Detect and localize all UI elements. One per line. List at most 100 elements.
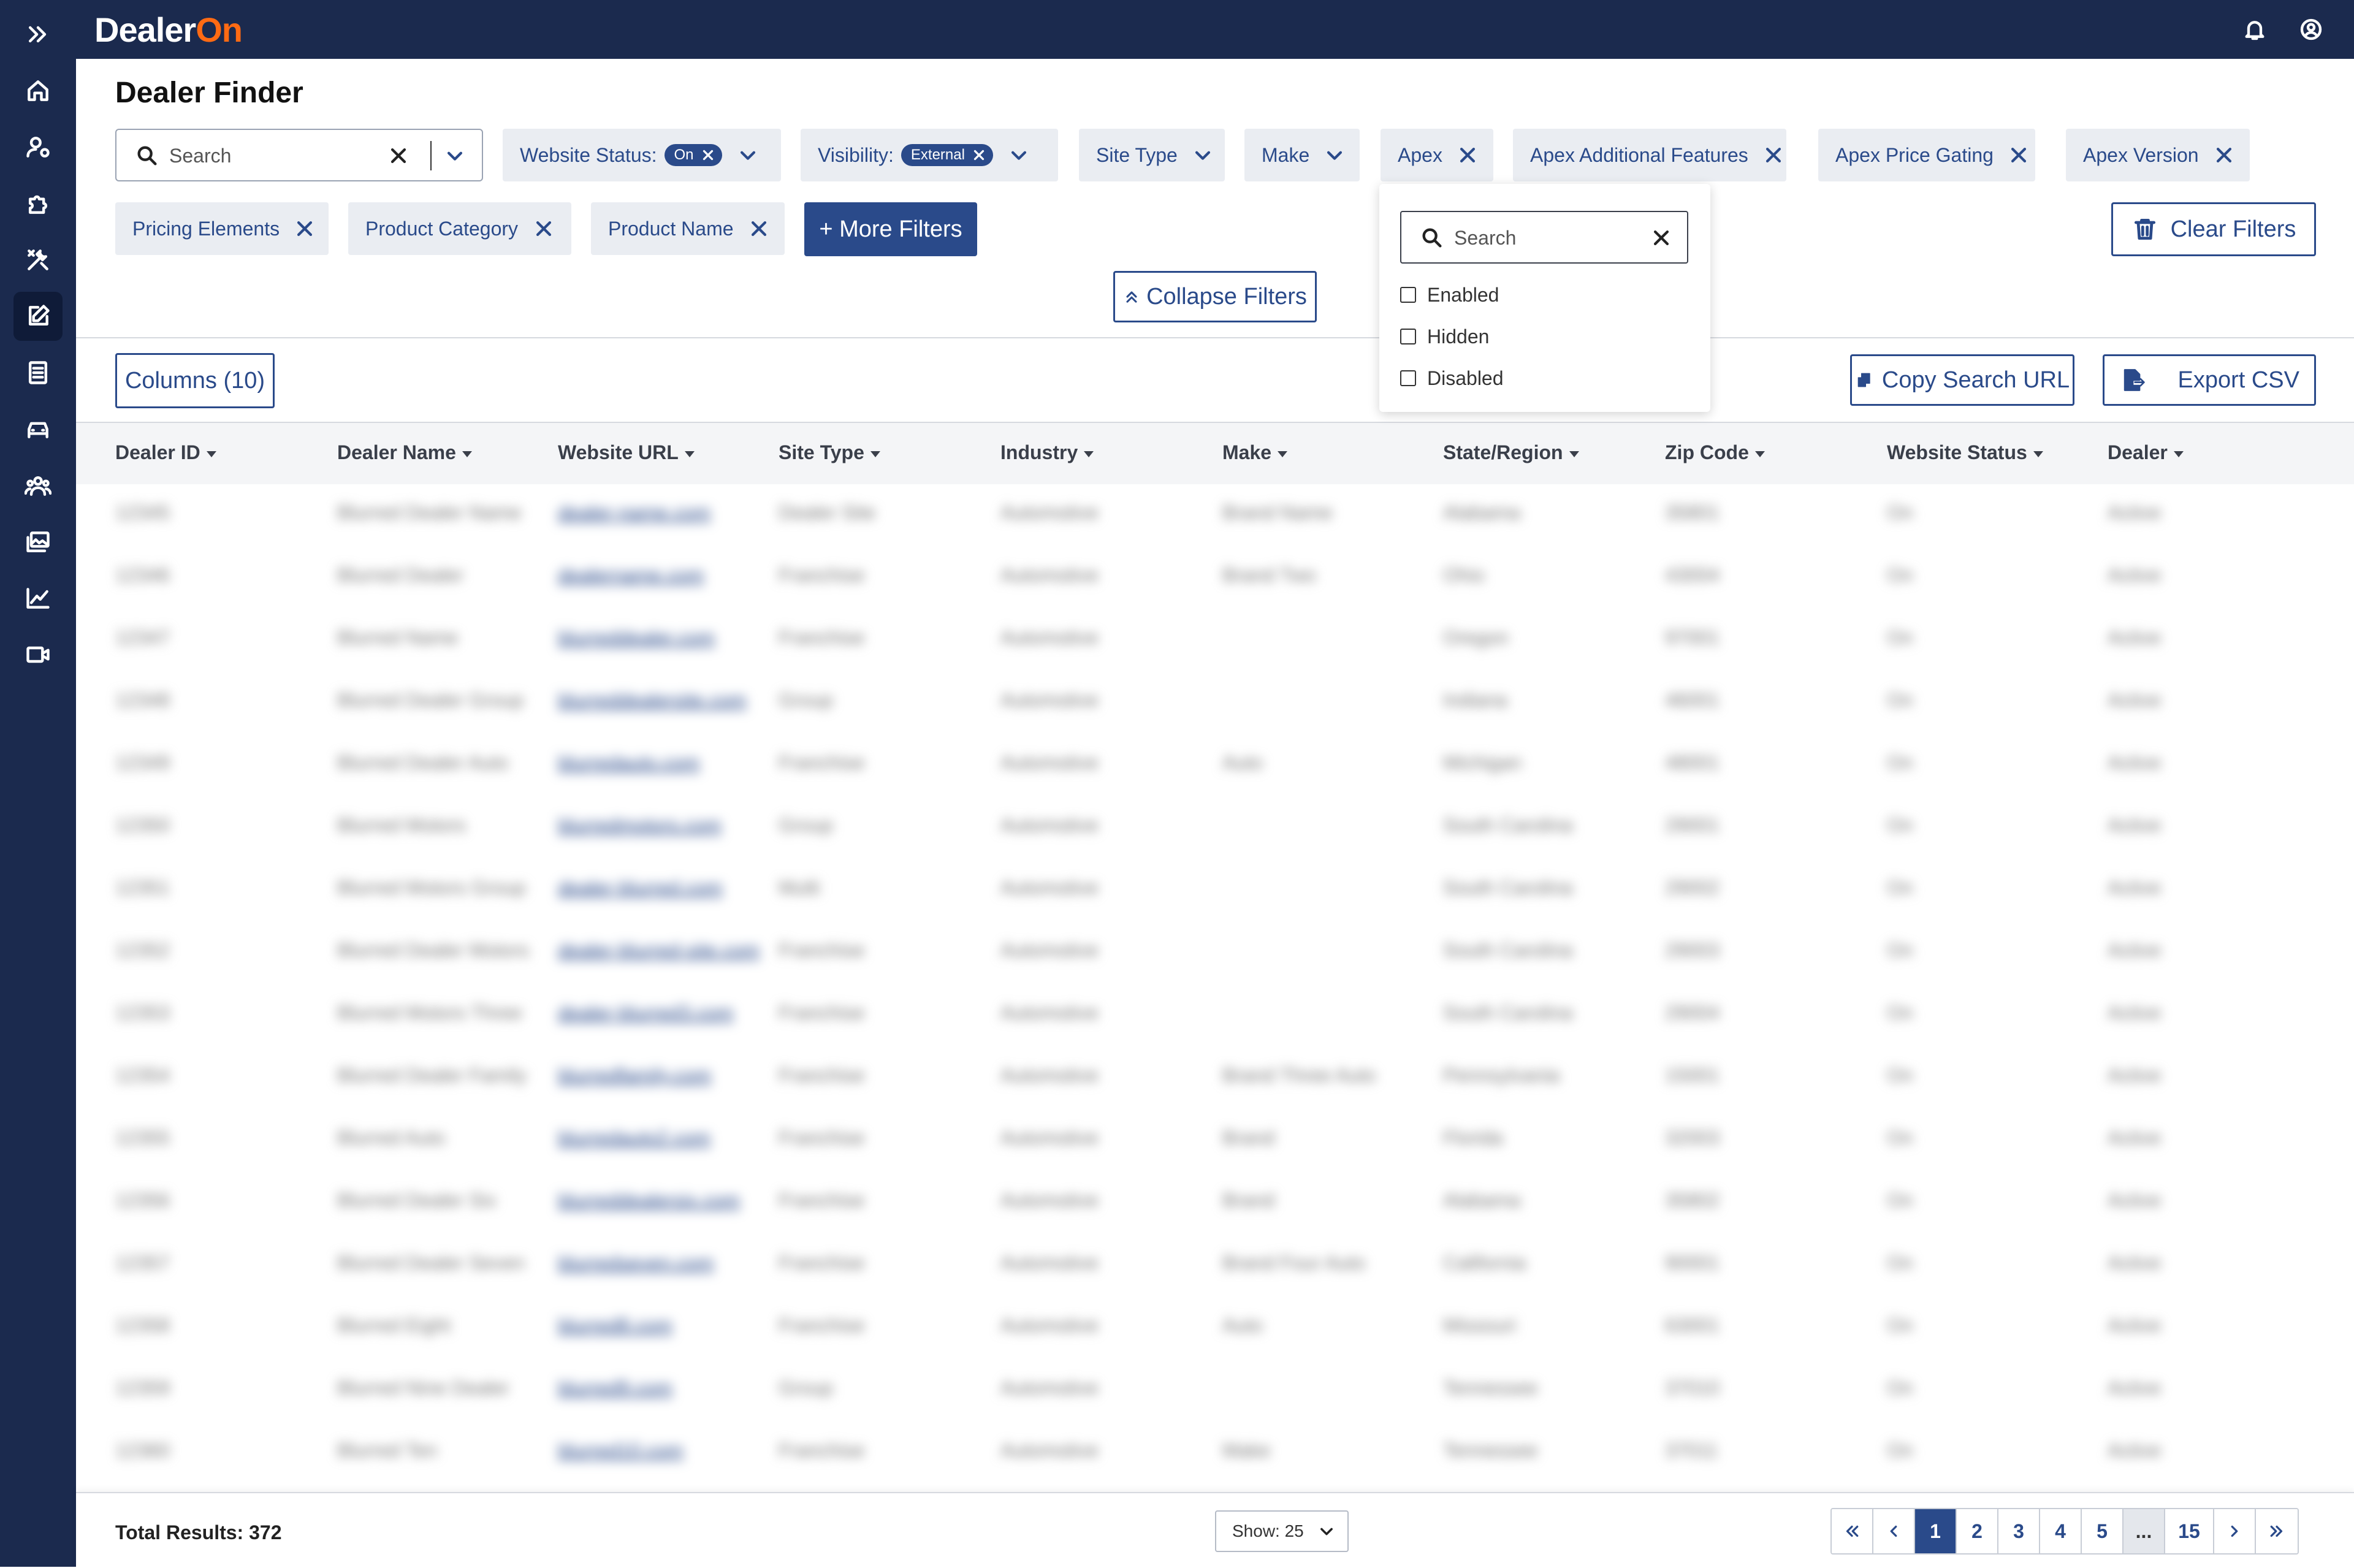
option-disabled[interactable]: Disabled xyxy=(1400,363,1504,394)
clear-filters-button[interactable]: Clear Filters xyxy=(2111,202,2316,256)
video-icon[interactable] xyxy=(13,630,63,679)
page-size-select[interactable]: Show: 25 xyxy=(1215,1510,1349,1552)
page-button-3[interactable]: 3 xyxy=(1998,1509,2040,1553)
export-csv-button[interactable]: Export CSV xyxy=(2103,354,2316,406)
bell-icon[interactable] xyxy=(2240,15,2269,44)
table-row[interactable]: 12355 Blurred Auto blurredauto2.com Franchi… xyxy=(76,1109,2354,1172)
table-row[interactable]: 12351 Blurred Motors Group dealer-blurred.… xyxy=(76,859,2354,922)
table-cell[interactable]: dealer-blurred.com xyxy=(558,877,723,899)
page-button-4[interactable]: 4 xyxy=(2040,1509,2082,1553)
table-cell[interactable]: dealer-blurred3.com xyxy=(558,1002,733,1024)
chart-line-icon[interactable] xyxy=(13,574,63,623)
last-page-button[interactable] xyxy=(2256,1509,2298,1553)
table-row[interactable]: 12345 Blurred Dealer Name dealer-name.com D… xyxy=(76,484,2354,547)
col-website-status[interactable]: Website Status xyxy=(1887,441,2043,464)
filter-value-pill[interactable]: On xyxy=(664,144,722,166)
col-industry[interactable]: Industry xyxy=(1000,441,1094,464)
table-cell[interactable]: dealer-name.com xyxy=(558,501,710,524)
table-cell[interactable]: blurreddealersix.com xyxy=(558,1189,740,1212)
columns-button[interactable]: Columns (10) xyxy=(115,353,275,408)
table-row[interactable]: 12346 Blurred Dealer dealername.com Franchi… xyxy=(76,547,2354,609)
filter-apex-version[interactable]: Apex Version xyxy=(2066,129,2250,181)
col-zip-code[interactable]: Zip Code xyxy=(1665,441,1765,464)
chevron-down-icon[interactable] xyxy=(1324,144,1345,166)
document-icon[interactable] xyxy=(13,348,63,397)
page-button-15[interactable]: 15 xyxy=(2165,1509,2214,1553)
clear-search-icon[interactable] xyxy=(1648,224,1675,251)
col-dealer-id[interactable]: Dealer ID xyxy=(115,441,216,464)
prev-page-button[interactable] xyxy=(1873,1509,1915,1553)
page-button-2[interactable]: 2 xyxy=(1957,1509,1998,1553)
close-icon[interactable] xyxy=(533,218,554,240)
table-row[interactable]: 12347 Blurred Name blurreddealer.com Franch… xyxy=(76,609,2354,672)
close-icon[interactable] xyxy=(2214,144,2234,166)
table-row[interactable]: 12358 Blurred Eight blurred8.com Franchise A… xyxy=(76,1297,2354,1360)
tools-icon[interactable] xyxy=(13,235,63,284)
filter-visibility[interactable]: Visibility: External xyxy=(801,129,1058,181)
close-icon[interactable] xyxy=(294,218,315,240)
table-cell[interactable]: blurredseven.com xyxy=(558,1252,714,1274)
user-settings-icon[interactable] xyxy=(13,123,63,172)
option-enabled[interactable]: Enabled xyxy=(1400,280,1499,310)
close-icon[interactable] xyxy=(1457,144,1478,166)
table-cell[interactable]: blurredmotors.com xyxy=(558,814,722,837)
table-row[interactable]: 12350 Blurred Motors blurredmotors.com Grou… xyxy=(76,797,2354,859)
account-icon[interactable] xyxy=(2296,15,2326,44)
chevron-down-icon[interactable] xyxy=(441,142,468,169)
users-icon[interactable] xyxy=(13,461,63,510)
close-icon[interactable] xyxy=(2008,144,2029,166)
table-cell[interactable]: blurred9.com xyxy=(558,1377,672,1399)
col-dealer[interactable]: Dealer xyxy=(2108,441,2184,464)
col-website-url[interactable]: Website URL xyxy=(558,441,695,464)
chevron-down-icon[interactable] xyxy=(1008,144,1030,166)
table-row[interactable]: 12354 Blurred Dealer Family blurredfamily.… xyxy=(76,1047,2354,1109)
filter-apex-additional-features[interactable]: Apex Additional Features xyxy=(1513,129,1786,181)
table-row[interactable]: 12360 Blurred Ten blurred10.com Franchise Au… xyxy=(76,1422,2354,1485)
table-row[interactable]: 12359 Blurred Nine Dealer blurred9.com Grou… xyxy=(76,1360,2354,1422)
filter-website-status[interactable]: Website Status: On xyxy=(503,129,781,181)
close-icon[interactable] xyxy=(700,147,716,163)
filter-make[interactable]: Make xyxy=(1244,129,1360,181)
puzzle-icon[interactable] xyxy=(13,179,63,228)
table-cell[interactable]: blurreddealer.com xyxy=(558,626,715,649)
first-page-button[interactable] xyxy=(1832,1509,1873,1553)
dealeron-logo[interactable]: Dealer On xyxy=(94,6,243,53)
home-icon[interactable] xyxy=(13,66,63,115)
page-button-5[interactable]: 5 xyxy=(2082,1509,2124,1553)
collapse-filters-button[interactable]: Collapse Filters xyxy=(1113,271,1317,322)
table-row[interactable]: 12349 Blurred Dealer Auto blurredauto.com F… xyxy=(76,734,2354,797)
table-cell[interactable]: blurredauto2.com xyxy=(558,1127,710,1149)
search-input[interactable]: Search xyxy=(115,129,483,181)
filter-apex-price-gating[interactable]: Apex Price Gating xyxy=(1818,129,2035,181)
table-row[interactable]: 12348 Blurred Dealer Group blurreddealersi… xyxy=(76,672,2354,734)
col-state-region[interactable]: State/Region xyxy=(1443,441,1579,464)
table-cell[interactable]: blurredauto.com xyxy=(558,752,699,774)
filter-site-type[interactable]: Site Type xyxy=(1079,129,1225,181)
filter-apex[interactable]: Apex xyxy=(1381,129,1493,181)
filter-product-category[interactable]: Product Category xyxy=(348,202,571,255)
checkbox[interactable] xyxy=(1400,329,1416,344)
table-cell[interactable]: blurred10.com xyxy=(558,1439,684,1462)
close-icon[interactable] xyxy=(971,147,987,163)
images-icon[interactable] xyxy=(13,517,63,566)
copy-search-url-button[interactable]: Copy Search URL xyxy=(1850,354,2074,406)
page-button-1[interactable]: 1 xyxy=(1915,1509,1957,1553)
table-cell[interactable]: blurredfamily.com xyxy=(558,1064,711,1087)
col-site-type[interactable]: Site Type xyxy=(779,441,880,464)
filter-value-pill[interactable]: External xyxy=(901,144,993,166)
car-icon[interactable] xyxy=(13,405,63,454)
table-cell[interactable]: dealername.com xyxy=(558,564,704,587)
clear-search-icon[interactable] xyxy=(385,142,412,169)
table-row[interactable]: 12357 Blurred Dealer Seven blurredseven.co… xyxy=(76,1235,2354,1297)
checkbox[interactable] xyxy=(1400,370,1416,386)
expand-sidebar-icon[interactable] xyxy=(13,10,63,59)
edit-icon[interactable] xyxy=(13,292,63,341)
table-cell[interactable]: blurreddealersite.com xyxy=(558,689,747,712)
col-dealer-name[interactable]: Dealer Name xyxy=(337,441,472,464)
filter-pricing-elements[interactable]: Pricing Elements xyxy=(115,202,329,255)
chevron-down-icon[interactable] xyxy=(1192,144,1213,166)
table-cell[interactable]: dealer-blurred-site.com xyxy=(558,939,760,962)
filter-product-name[interactable]: Product Name xyxy=(591,202,785,255)
close-icon[interactable] xyxy=(748,218,769,240)
table-row[interactable]: 12356 Blurred Dealer Six blurreddealersix.… xyxy=(76,1172,2354,1235)
